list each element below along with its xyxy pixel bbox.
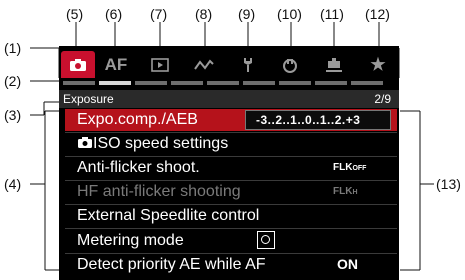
menu-item-label: ISO speed settings <box>93 135 229 152</box>
custom-functions-icon <box>283 59 297 73</box>
exposure-scale: -3..2..1..0..1..2.+3 <box>245 110 391 130</box>
callout-1: (1) <box>4 40 22 56</box>
flicker-main-text: FLK <box>333 162 353 173</box>
hf-flicker-main-text: FLK <box>333 186 353 197</box>
evaluative-metering-icon <box>257 231 275 249</box>
callout-12: (12) <box>365 6 390 22</box>
page-counter: 2/9 <box>374 92 391 106</box>
section-header: Exposure 2/9 <box>59 90 399 108</box>
menu-item-label: Expo.comp./AEB <box>77 111 198 128</box>
menu-tab-bar: AF ★ <box>59 48 399 78</box>
menu-item-label: Anti-flicker shoot. <box>77 159 200 176</box>
callout-8: (8) <box>195 6 213 22</box>
callout-7: (7) <box>150 6 168 22</box>
callout-3: (3) <box>4 107 22 123</box>
menu-item-iso-speed-settings[interactable]: ISO speed settings <box>65 133 397 155</box>
page-seg-1 <box>63 81 95 85</box>
camera-icon <box>78 137 92 148</box>
section-title: Exposure <box>63 92 114 106</box>
menu-item-label: HF anti-flicker shooting <box>77 183 241 200</box>
callout-11: (11) <box>320 6 344 22</box>
tab-shooting[interactable] <box>61 51 95 78</box>
callout-5: (5) <box>66 6 84 22</box>
camera-menu-screen: AF ★ Exposure 2/9 Expo.comp./AEB -3..2..… <box>59 46 399 280</box>
callout-10: (10) <box>277 6 302 22</box>
tab-playback[interactable] <box>143 53 177 77</box>
page-seg-4 <box>171 81 203 85</box>
page-seg-7 <box>279 81 311 85</box>
star-icon: ★ <box>370 55 386 74</box>
tab-setup[interactable] <box>231 53 265 77</box>
wireless-icon <box>194 59 214 70</box>
tab-custom-functions[interactable] <box>273 53 307 77</box>
hf-flicker-off-icon: FLKH <box>333 183 359 199</box>
exposure-scale-text: -3..2..1..0..1..2.+3 <box>256 113 361 127</box>
menu-item-label-group: ISO speed settings <box>77 135 228 153</box>
callout-13: (13) <box>436 176 461 192</box>
menu-item-value: ON <box>337 256 358 272</box>
my-menu-icon <box>326 58 342 72</box>
menu-item-label: Detect priority AE while AF <box>77 256 266 273</box>
hf-flicker-sub-text: H <box>352 189 358 196</box>
page-seg-3 <box>135 81 167 85</box>
wrench-icon <box>244 58 252 72</box>
page-seg-6 <box>243 81 275 85</box>
page-seg-8 <box>315 81 347 85</box>
menu-item-hf-anti-flicker[interactable]: HF anti-flicker shooting FLKH <box>65 181 397 203</box>
menu-item-label: Metering mode <box>77 232 184 249</box>
tab-af-label: AF <box>104 55 128 74</box>
callout-4: (4) <box>4 176 22 192</box>
menu-item-label: External Speedlite control <box>77 207 260 224</box>
tab-af[interactable]: AF <box>99 53 133 77</box>
menu-item-metering-mode[interactable]: Metering mode <box>65 230 397 252</box>
callout-2: (2) <box>4 73 22 89</box>
metering-dot <box>261 235 270 244</box>
camera-icon <box>70 58 86 71</box>
page-seg-9 <box>351 81 383 85</box>
page-indicator <box>63 80 395 86</box>
page-seg-5 <box>207 81 239 85</box>
flicker-off-icon: FLKOFF <box>333 159 366 175</box>
playback-icon <box>151 58 169 72</box>
tab-favorites[interactable]: ★ <box>361 53 395 77</box>
tab-wireless[interactable] <box>187 53 221 77</box>
tab-my-menu[interactable] <box>317 53 351 77</box>
callout-9: (9) <box>238 6 256 22</box>
menu-item-anti-flicker-shoot[interactable]: Anti-flicker shoot. FLKOFF <box>65 157 397 179</box>
page-seg-2 <box>99 81 131 85</box>
menu-item-external-speedlite[interactable]: External Speedlite control <box>65 205 397 227</box>
menu-item-detect-priority-ae[interactable]: Detect priority AE while AF ON <box>65 254 397 276</box>
divider <box>65 228 397 229</box>
callout-6: (6) <box>105 6 123 22</box>
flicker-sub-text: OFF <box>352 165 367 172</box>
menu-item-expo-comp-aeb[interactable]: Expo.comp./AEB -3..2..1..0..1..2.+3 <box>65 109 397 131</box>
